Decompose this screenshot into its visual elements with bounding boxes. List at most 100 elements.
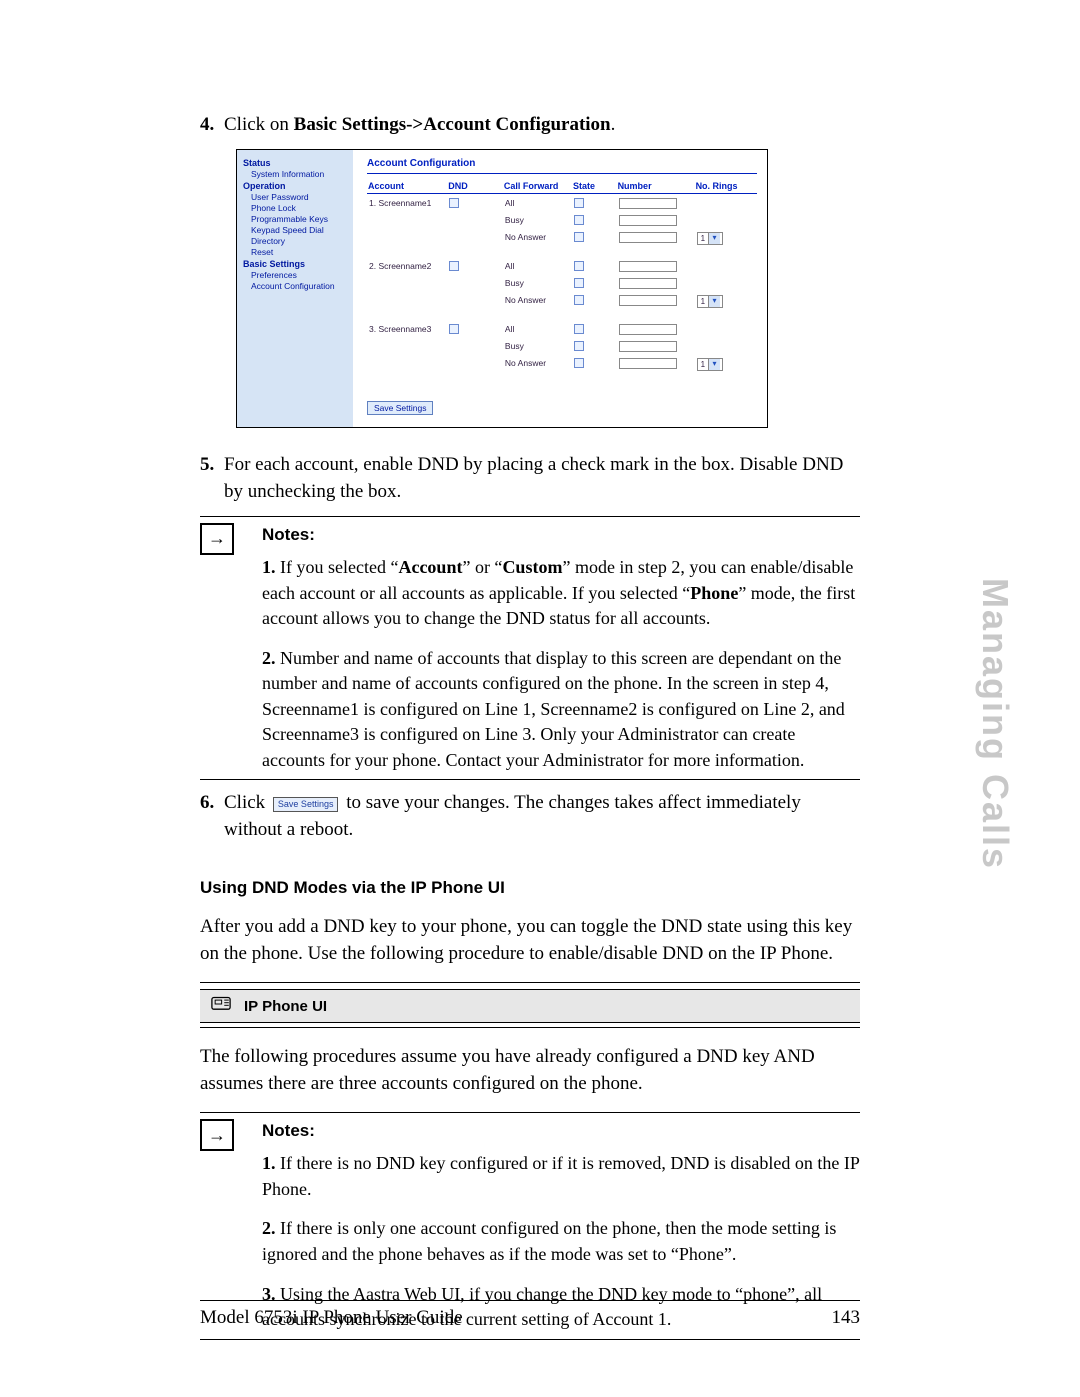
number-input[interactable] bbox=[619, 295, 677, 306]
cell-norings bbox=[695, 320, 757, 337]
cell-number bbox=[617, 320, 695, 337]
cell-dnd bbox=[447, 211, 503, 228]
state-checkbox[interactable] bbox=[574, 215, 584, 225]
note-number: 1. bbox=[262, 1153, 276, 1173]
text: If you selected “ bbox=[280, 557, 398, 577]
state-checkbox[interactable] bbox=[574, 324, 584, 334]
nav-item[interactable]: Keypad Speed Dial bbox=[251, 225, 347, 235]
table-row: No Answer1▾ bbox=[367, 291, 757, 308]
col-dnd: DND bbox=[447, 180, 503, 194]
nav-item[interactable]: Account Configuration bbox=[251, 281, 347, 291]
step-5: 5. For each account, enable DND by placi… bbox=[200, 452, 860, 506]
nav-item[interactable]: Reset bbox=[251, 247, 347, 257]
cell-callforward: All bbox=[503, 320, 572, 337]
col-callforward: Call Forward bbox=[503, 180, 572, 194]
section-heading-using-dnd: Using DND Modes via the IP Phone UI bbox=[200, 878, 860, 898]
nav-item[interactable]: User Password bbox=[251, 192, 347, 202]
table-row: Busy bbox=[367, 274, 757, 291]
state-checkbox[interactable] bbox=[574, 232, 584, 242]
nav-header: Status bbox=[243, 158, 347, 168]
nav-item[interactable]: Phone Lock bbox=[251, 203, 347, 213]
rule bbox=[200, 516, 860, 517]
cell-number bbox=[617, 337, 695, 354]
state-checkbox[interactable] bbox=[574, 261, 584, 271]
cell-dnd bbox=[447, 193, 503, 211]
section-side-title: Managing Calls bbox=[974, 578, 1016, 870]
account-config-ui: Status System Information Operation User… bbox=[236, 149, 768, 428]
note-item: 1. If you selected “Account” or “Custom”… bbox=[262, 555, 860, 632]
account-table: Account DND Call Forward State Number No… bbox=[367, 180, 757, 383]
text: If there is no DND key configured or if … bbox=[262, 1153, 859, 1199]
col-account: Account bbox=[367, 180, 447, 194]
number-input[interactable] bbox=[619, 232, 677, 243]
phone-icon bbox=[208, 995, 234, 1017]
no-rings-select[interactable]: 1▾ bbox=[697, 358, 723, 371]
number-input[interactable] bbox=[619, 261, 677, 272]
cell-dnd bbox=[447, 291, 503, 308]
cell-dnd bbox=[447, 337, 503, 354]
nav-header: Operation bbox=[243, 181, 347, 191]
cell-state bbox=[572, 274, 617, 291]
dnd-checkbox[interactable] bbox=[449, 261, 459, 271]
divider bbox=[367, 173, 757, 174]
cell-account bbox=[367, 211, 447, 228]
bold: Custom bbox=[502, 557, 562, 577]
chevron-down-icon: ▾ bbox=[708, 233, 720, 244]
table-row: Busy bbox=[367, 337, 757, 354]
step-6: 6. Click Save Settings to save your chan… bbox=[200, 790, 860, 844]
cell-callforward: All bbox=[503, 257, 572, 274]
cell-callforward: No Answer bbox=[503, 228, 572, 245]
footer-left: Model 6753i IP Phone User Guide bbox=[200, 1307, 463, 1329]
nav-item[interactable]: System Information bbox=[251, 169, 347, 179]
text: Number and name of accounts that display… bbox=[262, 648, 845, 770]
state-checkbox[interactable] bbox=[574, 295, 584, 305]
cell-dnd bbox=[447, 257, 503, 274]
cell-norings bbox=[695, 337, 757, 354]
step-body: Click on Basic Settings->Account Configu… bbox=[224, 112, 860, 139]
number-input[interactable] bbox=[619, 198, 677, 209]
dnd-checkbox[interactable] bbox=[449, 324, 459, 334]
cell-dnd bbox=[447, 320, 503, 337]
cell-norings: 1▾ bbox=[695, 291, 757, 308]
cell-account bbox=[367, 337, 447, 354]
no-rings-select[interactable]: 1▾ bbox=[697, 232, 723, 245]
no-rings-select[interactable]: 1▾ bbox=[697, 295, 723, 308]
nav-item[interactable]: Preferences bbox=[251, 270, 347, 280]
cell-state bbox=[572, 320, 617, 337]
note-number: 2. bbox=[262, 648, 276, 668]
save-settings-button[interactable]: Save Settings bbox=[367, 401, 433, 415]
footer-page-number: 143 bbox=[832, 1307, 861, 1329]
state-checkbox[interactable] bbox=[574, 341, 584, 351]
ip-phone-ui-bar: IP Phone UI bbox=[200, 989, 860, 1023]
cell-callforward: All bbox=[503, 193, 572, 211]
ui-bar-block: IP Phone UI bbox=[200, 989, 860, 1023]
table-row: 3. Screenname3 All bbox=[367, 320, 757, 337]
bold: Account bbox=[398, 557, 462, 577]
number-input[interactable] bbox=[619, 278, 677, 289]
paragraph: The following procedures assume you have… bbox=[200, 1044, 860, 1098]
cell-callforward: Busy bbox=[503, 337, 572, 354]
state-checkbox[interactable] bbox=[574, 198, 584, 208]
cell-state bbox=[572, 193, 617, 211]
cell-account: 3. Screenname3 bbox=[367, 320, 447, 337]
cell-dnd bbox=[447, 354, 503, 371]
cell-norings bbox=[695, 257, 757, 274]
nav-item[interactable]: Directory bbox=[251, 236, 347, 246]
number-input[interactable] bbox=[619, 341, 677, 352]
step-body: For each account, enable DND by placing … bbox=[224, 452, 860, 506]
table-row: 2. Screenname2All bbox=[367, 257, 757, 274]
number-input[interactable] bbox=[619, 215, 677, 226]
cell-number bbox=[617, 354, 695, 371]
state-checkbox[interactable] bbox=[574, 278, 584, 288]
state-checkbox[interactable] bbox=[574, 358, 584, 368]
nav-item[interactable]: Programmable Keys bbox=[251, 214, 347, 224]
notes-heading: Notes: bbox=[262, 523, 860, 547]
nav-header: Basic Settings bbox=[243, 259, 347, 269]
table-row: No Answer 1▾ bbox=[367, 228, 757, 245]
number-input[interactable] bbox=[619, 324, 677, 335]
number-input[interactable] bbox=[619, 358, 677, 369]
panel-title: Account Configuration bbox=[367, 158, 757, 169]
cell-state bbox=[572, 354, 617, 371]
dnd-checkbox[interactable] bbox=[449, 198, 459, 208]
notes-body: Notes: 1. If you selected “Account” or “… bbox=[262, 523, 860, 788]
